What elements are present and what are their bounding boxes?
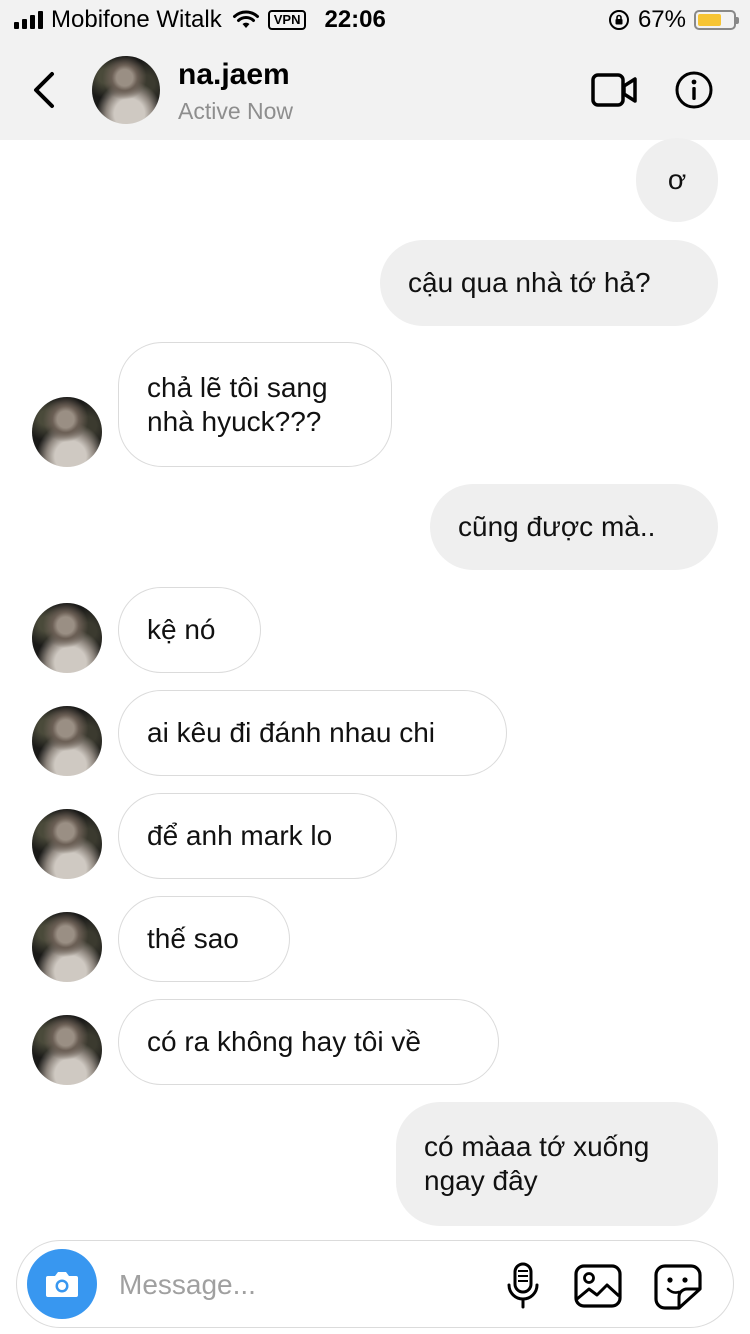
message-bubble-sent[interactable]: cậu qua nhà tớ hả?	[380, 240, 718, 326]
message-composer	[16, 1240, 734, 1328]
battery-percent: 67%	[637, 6, 686, 33]
battery-level	[698, 14, 721, 26]
sender-avatar[interactable]	[32, 912, 102, 982]
chat-header: na.jaem Active Now	[0, 40, 750, 140]
battery-icon	[694, 10, 739, 30]
wifi-icon	[232, 10, 259, 28]
sender-avatar[interactable]	[32, 397, 102, 467]
sender-avatar[interactable]	[32, 809, 102, 879]
message-bubble-sent[interactable]: có màaa tớ xuống ngay đây	[396, 1102, 718, 1226]
sender-avatar[interactable]	[32, 1015, 102, 1085]
contact-name[interactable]: na.jaem	[178, 58, 290, 92]
contact-avatar[interactable]	[92, 56, 160, 124]
message-bubble-received[interactable]: chả lẽ tôi sang nhà hyuck???	[118, 342, 392, 467]
signal-icon	[14, 11, 43, 29]
info-icon[interactable]	[674, 70, 714, 110]
rotation-lock-icon	[608, 10, 629, 30]
back-arrow-icon[interactable]	[26, 68, 66, 112]
camera-button[interactable]	[27, 1249, 97, 1319]
message-bubble-sent[interactable]: cũng được mà..	[430, 484, 718, 570]
video-call-icon[interactable]	[590, 70, 638, 110]
carrier-name: Mobifone Witalk	[51, 6, 222, 33]
message-bubble-received[interactable]: ai kêu đi đánh nhau chi	[118, 690, 507, 776]
contact-status: Active Now	[178, 98, 294, 124]
microphone-icon[interactable]	[505, 1261, 541, 1311]
sticker-icon[interactable]	[653, 1263, 703, 1311]
status-bar: Mobifone Witalk VPN 22:06 67%	[0, 0, 750, 40]
message-bubble-received[interactable]: kệ nó	[118, 587, 261, 673]
vpn-badge: VPN	[267, 10, 307, 30]
message-bubble-received[interactable]: thế sao	[118, 896, 290, 982]
message-bubble-sent[interactable]: ơ	[636, 138, 718, 222]
status-time: 22:06	[324, 6, 386, 33]
message-input[interactable]	[119, 1265, 479, 1305]
gallery-icon[interactable]	[573, 1263, 623, 1309]
camera-icon	[46, 1272, 78, 1297]
message-bubble-received[interactable]: có ra không hay tôi về	[118, 999, 499, 1085]
sender-avatar[interactable]	[32, 603, 102, 673]
message-bubble-received[interactable]: để anh mark lo	[118, 793, 397, 879]
sender-avatar[interactable]	[32, 706, 102, 776]
